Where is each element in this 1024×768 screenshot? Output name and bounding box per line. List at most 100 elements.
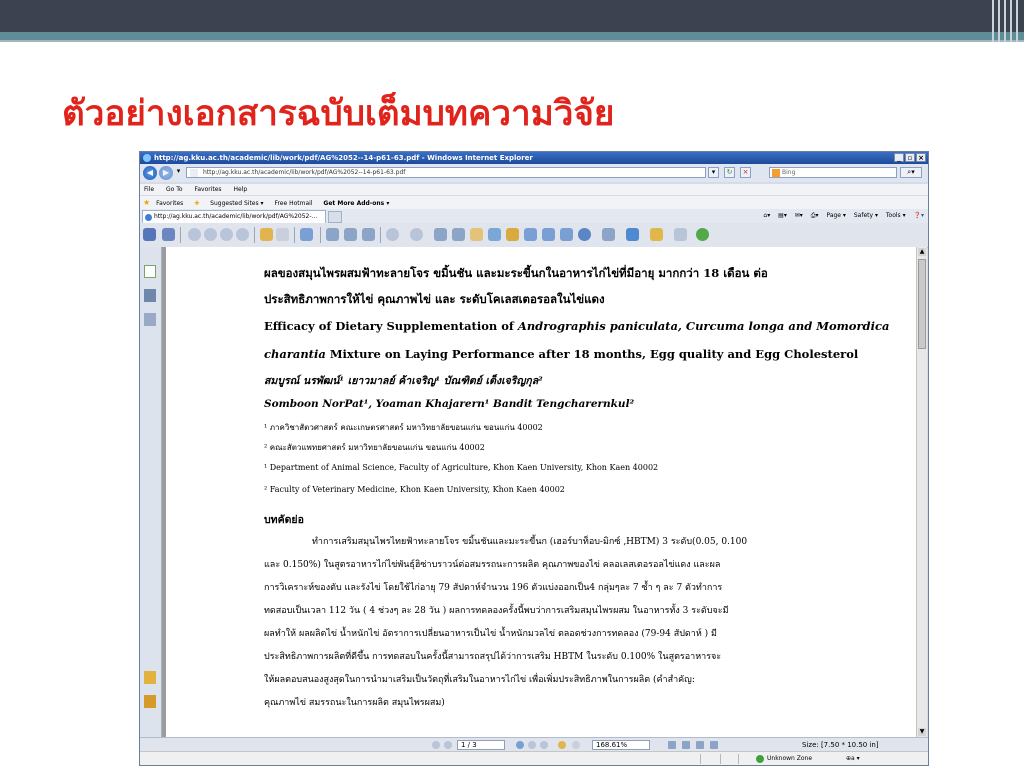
slide-corner-stripes xyxy=(988,0,1024,42)
thumbnails-icon[interactable] xyxy=(144,265,156,278)
search-button[interactable]: ⌕▾ xyxy=(900,167,922,178)
menu-bar: File Go To Favorites Help xyxy=(140,184,928,195)
back-arrow-icon[interactable]: ◀ xyxy=(143,166,157,180)
note-icon[interactable] xyxy=(602,228,615,241)
favorites-star-icon: ★ xyxy=(143,198,151,207)
vertical-scrollbar[interactable]: ▲ ▼ xyxy=(916,247,927,737)
next-page-icon[interactable] xyxy=(220,228,233,241)
view-facing-icon[interactable] xyxy=(696,741,704,749)
scroll-up-arrow-icon[interactable]: ▲ xyxy=(918,248,926,256)
refresh-icon[interactable]: ↻ xyxy=(724,167,735,178)
address-dropdown-button[interactable]: ▾ xyxy=(708,167,719,178)
text-tool-icon[interactable] xyxy=(542,228,555,241)
shape-tool-icon[interactable] xyxy=(578,228,591,241)
close-button[interactable]: × xyxy=(916,153,926,162)
maximize-button[interactable]: ▫ xyxy=(905,153,915,162)
search-input[interactable]: Bing xyxy=(769,167,897,178)
new-tab-button[interactable] xyxy=(328,211,342,223)
favorites-button[interactable]: Favorites xyxy=(156,200,183,207)
go-back-icon[interactable] xyxy=(260,228,273,241)
prev-page-status-icon[interactable] xyxy=(432,741,440,749)
bookmarks-icon[interactable] xyxy=(144,289,156,302)
tab-bar: http://ag.kku.ac.th/academic/lib/work/pd… xyxy=(140,209,928,223)
pdf-side-panel xyxy=(140,247,162,737)
save-icon[interactable] xyxy=(143,228,156,241)
highlight-icon[interactable] xyxy=(506,228,519,241)
attachment-icon[interactable] xyxy=(650,228,663,241)
view-single-icon[interactable] xyxy=(668,741,676,749)
status-back-icon[interactable] xyxy=(558,741,566,749)
feeds-icon[interactable]: ▤▾ xyxy=(778,212,787,219)
tab-pdf[interactable]: http://ag.kku.ac.th/academic/lib/work/pd… xyxy=(142,210,326,223)
minimize-button[interactable]: _ xyxy=(894,153,904,162)
pdf-status-bar: 1 / 3 168.61% Size: [7.50 * 10.50 in] xyxy=(140,737,928,752)
pdf-page: ผลของสมุนไพรผสมฟ้าทะลายโจร ขมิ้นชัน และม… xyxy=(166,247,918,737)
find-icon[interactable] xyxy=(524,228,537,241)
ie-page-icon xyxy=(145,214,152,221)
zoom-menu[interactable]: ⊕a ▾ xyxy=(846,752,860,765)
rotate-icon[interactable] xyxy=(434,228,447,241)
previous-page-icon[interactable] xyxy=(204,228,217,241)
free-hotmail-link[interactable]: Free Hotmail xyxy=(274,200,312,207)
menu-file[interactable]: File xyxy=(144,186,154,193)
continuous-page-icon[interactable] xyxy=(344,228,357,241)
rotate-page-icon[interactable] xyxy=(452,228,465,241)
zoom-level-input[interactable]: 168.61% xyxy=(592,740,650,750)
tools-menu[interactable]: Tools ▾ xyxy=(886,212,906,219)
menu-favorites[interactable]: Favorites xyxy=(194,186,221,193)
abstract-line: และ 0.150%) ในสูตรอาหารไก่ไข่พันธุ์ฮิซ่า… xyxy=(264,560,721,570)
address-input[interactable]: http://ag.kku.ac.th/academic/lib/work/pd… xyxy=(186,167,706,178)
pdf-toolbar xyxy=(140,223,928,248)
next-page-status-icon[interactable] xyxy=(444,741,452,749)
zoom-icon[interactable] xyxy=(300,228,313,241)
link-icon[interactable] xyxy=(674,228,687,241)
attachments-icon[interactable] xyxy=(144,695,156,708)
fit-page-icon[interactable] xyxy=(362,228,375,241)
go-forward-icon[interactable] xyxy=(276,228,289,241)
scroll-down-arrow-icon[interactable]: ▼ xyxy=(918,728,926,736)
scrollbar-thumb[interactable] xyxy=(918,259,926,349)
hand-tool-icon[interactable] xyxy=(470,228,483,241)
zoom-out-icon[interactable] xyxy=(386,228,399,241)
comments-icon[interactable] xyxy=(144,671,156,684)
first-page-icon[interactable] xyxy=(188,228,201,241)
stop-icon[interactable]: × xyxy=(740,167,751,178)
status-last-icon[interactable] xyxy=(540,741,548,749)
layers-icon[interactable] xyxy=(144,313,156,326)
slide-accent-line xyxy=(0,40,1024,42)
page-menu[interactable]: Page ▾ xyxy=(826,212,845,219)
mail-icon[interactable]: ✉▾ xyxy=(795,212,803,219)
single-page-icon[interactable] xyxy=(326,228,339,241)
page-number-input[interactable]: 1 / 3 xyxy=(457,740,505,750)
abstract-heading: บทคัดย่อ xyxy=(264,514,304,526)
addon-icon[interactable] xyxy=(696,228,709,241)
recent-pages-dropdown[interactable]: ▾ xyxy=(173,167,184,178)
page-dropdown-icon[interactable] xyxy=(516,741,524,749)
zoom-in-icon[interactable] xyxy=(410,228,423,241)
home-icon[interactable]: ⌂▾ xyxy=(763,212,770,219)
add-favorite-icon[interactable]: ✚ xyxy=(194,200,199,207)
page-size-readout: Size: [7.50 * 10.50 in] xyxy=(802,741,879,749)
get-more-addons-link[interactable]: Get More Add-ons ▾ xyxy=(323,200,389,207)
safety-menu[interactable]: Safety ▾ xyxy=(854,212,878,219)
menu-go-to[interactable]: Go To xyxy=(166,186,183,193)
print-icon[interactable] xyxy=(162,228,175,241)
status-first-icon[interactable] xyxy=(528,741,536,749)
help-icon[interactable]: ❓▾ xyxy=(914,212,924,219)
view-continuous-facing-icon[interactable] xyxy=(710,741,718,749)
ie-logo-icon xyxy=(143,154,151,162)
bing-icon xyxy=(772,169,780,177)
status-forward-icon[interactable] xyxy=(572,741,580,749)
print-icon[interactable]: ⎙▾ xyxy=(811,212,819,219)
security-zone: Unknown Zone xyxy=(756,752,812,765)
suggested-sites-link[interactable]: Suggested Sites ▾ xyxy=(210,200,263,207)
thai-title-line-2: ประสิทธิภาพการให้ไข่ คุณภาพไข่ และ ระดับ… xyxy=(264,292,605,306)
last-page-icon[interactable] xyxy=(236,228,249,241)
page-icon xyxy=(190,169,198,177)
select-text-icon[interactable] xyxy=(488,228,501,241)
pen-tool-icon[interactable] xyxy=(626,228,639,241)
image-tool-icon[interactable] xyxy=(560,228,573,241)
menu-help[interactable]: Help xyxy=(233,186,247,193)
view-continuous-icon[interactable] xyxy=(682,741,690,749)
forward-arrow-icon[interactable]: ▶ xyxy=(159,166,173,180)
